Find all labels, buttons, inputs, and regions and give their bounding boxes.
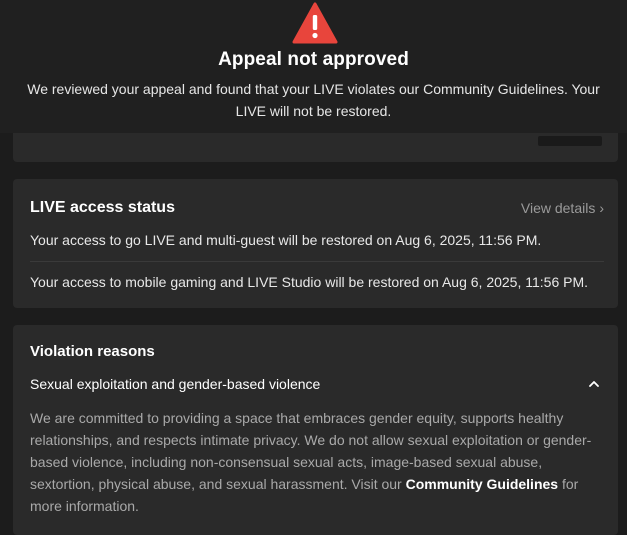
chevron-up-icon[interactable] [588, 379, 600, 389]
dialog-title: Appeal not approved [218, 49, 409, 70]
violation-reason-description: We are committed to providing a space th… [30, 407, 608, 517]
violation-reason-label: Sexual exploitation and gender-based vio… [30, 376, 321, 392]
dialog-message: We reviewed your appeal and found that y… [0, 78, 627, 122]
appeal-result-dialog: Appeal not approved We reviewed your app… [0, 0, 627, 133]
community-guidelines-link[interactable]: Community Guidelines [406, 476, 558, 492]
violation-reasons-title: Violation reasons [30, 343, 155, 360]
violation-reason-accordion[interactable]: Sexual exploitation and gender-based vio… [30, 376, 600, 396]
violation-reasons-card: Violation reasons Sexual exploitation an… [13, 325, 618, 535]
view-details-label: View details [520, 200, 596, 216]
dialog-message-line: LIVE will not be restored. [235, 103, 392, 119]
live-access-status-card: LIVE access status View details › Your ac… [13, 179, 618, 308]
access-status-title: LIVE access status [30, 199, 175, 216]
access-status-line: Your access to mobile gaming and LIVE St… [30, 274, 589, 290]
dialog-message-line: We reviewed your appeal and found that y… [27, 81, 600, 97]
partial-button[interactable] [538, 136, 602, 146]
divider [30, 261, 604, 262]
warning-triangle-icon [292, 2, 338, 44]
chevron-right-icon: › [599, 200, 604, 216]
view-details-link[interactable]: View details › [521, 200, 604, 216]
access-status-line: Your access to go LIVE and multi-guest w… [30, 232, 542, 248]
